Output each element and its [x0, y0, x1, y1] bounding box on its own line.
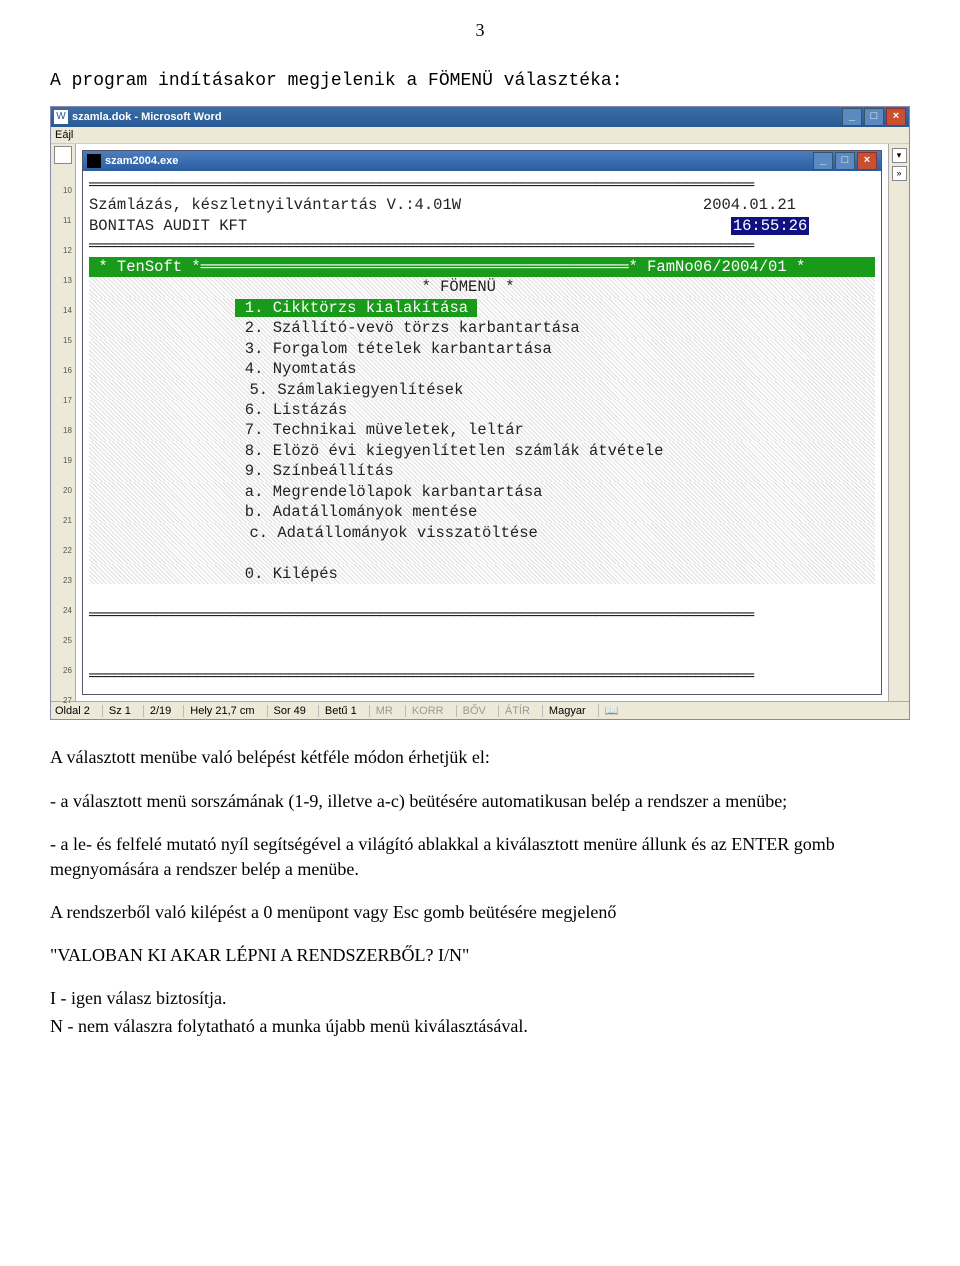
menu-item[interactable]: c. Adatállományok visszatöltése [89, 523, 875, 543]
status-book-icon: 📖 [598, 704, 619, 717]
word-titlebar: W szamla.dok - Microsoft Word _ □ × [51, 107, 909, 127]
console-content: ════════════════════════════════════════… [83, 171, 881, 694]
header-left: Számlázás, készletnyilvántartás V.:4.01W [89, 196, 461, 214]
header-time: 16:55:26 [731, 217, 809, 235]
console-titlebar: szam2004.exe _ □ × [83, 151, 881, 171]
menu-exit[interactable]: 0. Kilépés [89, 564, 875, 584]
console-icon [87, 154, 101, 168]
paragraph: - a választott menü sorszámának (1-9, il… [50, 789, 910, 814]
divider: ════════════════════════════════════════… [89, 667, 753, 685]
word-left-strip: 10 11 12 13 14 15 16 17 18 19 20 21 22 2… [51, 144, 76, 701]
word-title: szamla.dok - Microsoft Word [72, 111, 842, 123]
header-date: 2004.01.21 [703, 196, 796, 214]
status-position: Hely 21,7 cm [183, 705, 254, 717]
word-right-toolbar: ▾ » [888, 144, 909, 701]
status-pages: 2/19 [143, 705, 171, 717]
menu-item[interactable]: 4. Nyomtatás [89, 359, 875, 379]
document-area: szam2004.exe _ □ × ═════════════════════… [76, 144, 888, 701]
word-statusbar: Oldal 2 Sz 1 2/19 Hely 21,7 cm Sor 49 Be… [51, 701, 909, 719]
ruler-numbers: 10 11 12 13 14 15 16 17 18 19 20 21 22 2… [63, 186, 72, 726]
tensoft-bar: * TenSoft *═════════════════════════════… [89, 257, 875, 277]
menu-item[interactable]: 8. Elözö évi kiegyenlítetlen számlák átv… [89, 441, 875, 461]
page-number: 3 [50, 20, 910, 41]
console-close-button[interactable]: × [857, 152, 877, 170]
menu-item[interactable]: 2. Szállító-vevö törzs karbantartása [89, 318, 875, 338]
toolbar-icon[interactable]: » [892, 166, 907, 181]
maximize-button[interactable]: □ [864, 108, 884, 126]
paragraph: A választott menübe való belépést kétfél… [50, 745, 910, 770]
toolbar-btn[interactable] [54, 146, 72, 164]
menu-item[interactable]: 5. Számlakiegyenlítések [89, 380, 875, 400]
console-title: szam2004.exe [105, 155, 813, 167]
divider: ════════════════════════════════════════… [89, 606, 753, 624]
divider: ════════════════════════════════════════… [89, 176, 753, 194]
status-row: Sor 49 [267, 705, 306, 717]
menu-item[interactable]: a. Megrendelölapok karbantartása [89, 482, 875, 502]
console-minimize-button[interactable]: _ [813, 152, 833, 170]
status-mr: MR [369, 705, 393, 717]
status-atir: ÁTÍR [498, 705, 530, 717]
paragraph: A rendszerből való kilépést a 0 menüpont… [50, 900, 910, 925]
status-lang: Magyar [542, 705, 586, 717]
paragraph: - a le- és felfelé mutató nyíl segítségé… [50, 832, 910, 882]
console-window: szam2004.exe _ □ × ═════════════════════… [82, 150, 882, 695]
minimize-button[interactable]: _ [842, 108, 862, 126]
menu-item[interactable]: 9. Színbeállítás [89, 461, 875, 481]
intro-text: A program indításakor megjelenik a FÖMEN… [50, 71, 910, 91]
toolbar-icon[interactable]: ▾ [892, 148, 907, 163]
body-text: A választott menübe való belépést kétfél… [50, 745, 910, 1039]
status-section: Sz 1 [102, 705, 131, 717]
menu-item[interactable]: 6. Listázás [89, 400, 875, 420]
divider: ════════════════════════════════════════… [89, 237, 753, 255]
paragraph: N - nem válaszra folytatható a munka úja… [50, 1014, 910, 1039]
blank-row [89, 543, 875, 563]
status-korr: KORR [405, 705, 444, 717]
word-icon: W [54, 110, 68, 124]
menu-title-row: * FÖMENÜ * [89, 277, 875, 297]
status-page: Oldal 2 [55, 705, 90, 717]
menu-item[interactable]: b. Adatállományok mentése [89, 502, 875, 522]
quote-line: "VALOBAN KI AKAR LÉPNI A RENDSZERBŐL? I/… [50, 943, 910, 968]
menu-item-selected[interactable]: 1. Cikktörzs kialakítása [89, 298, 875, 318]
word-menubar: Eájl [51, 127, 909, 144]
menu-item[interactable]: 7. Technikai müveletek, leltár [89, 420, 875, 440]
paragraph: I - igen válasz biztosítja. [50, 986, 910, 1011]
close-button[interactable]: × [886, 108, 906, 126]
menu-file[interactable]: Eájl [55, 129, 73, 141]
console-maximize-button[interactable]: □ [835, 152, 855, 170]
menu-item[interactable]: 3. Forgalom tételek karbantartása [89, 339, 875, 359]
company-name: BONITAS AUDIT KFT [89, 217, 247, 235]
status-col: Betű 1 [318, 705, 357, 717]
word-window: W szamla.dok - Microsoft Word _ □ × Eájl… [50, 106, 910, 720]
status-bov: BŐV [456, 705, 486, 717]
